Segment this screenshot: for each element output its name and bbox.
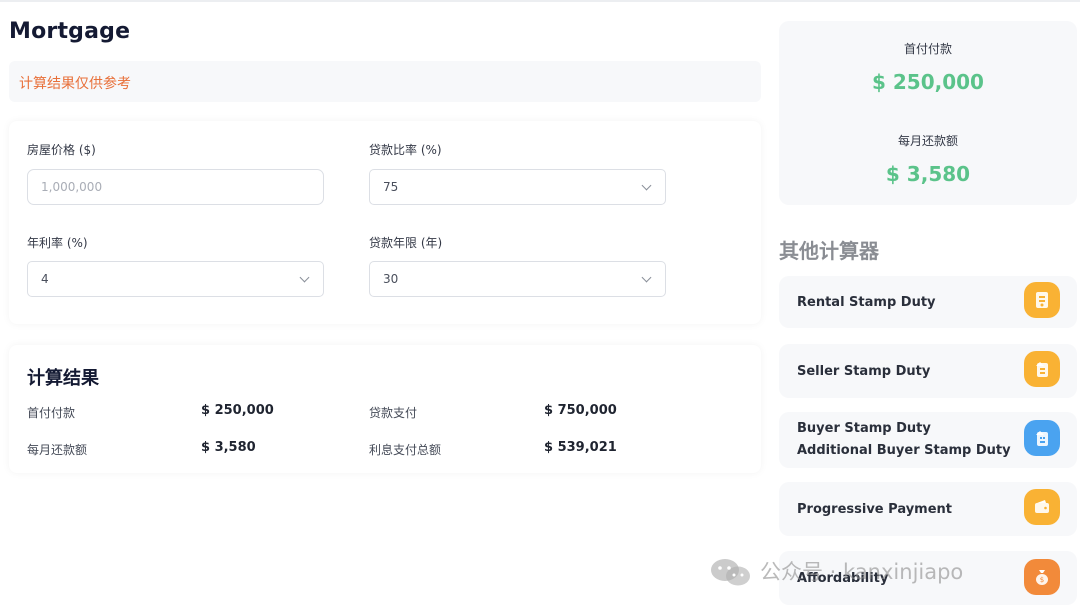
result-loan-payment-label: 贷款支付 — [369, 406, 418, 420]
loan-term-label: 贷款年限 (年) — [369, 236, 443, 250]
annual-rate-select[interactable]: 4 — [27, 261, 324, 297]
result-title: 计算结果 — [27, 368, 99, 389]
house-price-placeholder: 1,000,000 — [41, 180, 103, 194]
calc-item-progressive-payment[interactable]: Progressive Payment — [779, 482, 1077, 536]
loan-ratio-label: 贷款比率 (%) — [369, 143, 442, 157]
calc-item-buyer-stamp-duty[interactable]: Buyer Stamp Duty Additional Buyer Stamp … — [779, 412, 1077, 468]
loan-ratio-select[interactable]: 75 — [369, 169, 666, 205]
money-bag-icon: $ — [1024, 559, 1060, 595]
summary-down-payment-label: 首付付款 — [903, 42, 952, 56]
result-down-payment-value: $ 250,000 — [201, 403, 274, 418]
result-loan-payment-value: $ 750,000 — [544, 403, 617, 418]
result-total-interest-value: $ 539,021 — [544, 440, 617, 455]
svg-text:$: $ — [1040, 576, 1044, 584]
summary-monthly-payment-label: 每月还款额 — [897, 134, 958, 148]
house-document-icon — [1024, 351, 1060, 387]
house-price-input[interactable]: 1,000,000 — [27, 169, 324, 205]
calc-item-rental-stamp-duty[interactable]: Rental Stamp Duty — [779, 276, 1077, 328]
calc-item-label: Buyer Stamp Duty — [797, 421, 931, 436]
calc-item-label: Rental Stamp Duty — [797, 295, 936, 310]
chevron-down-icon — [299, 272, 310, 283]
result-down-payment-label: 首付付款 — [27, 406, 76, 420]
other-calculators-title: 其他计算器 — [779, 239, 879, 263]
top-divider — [0, 0, 1080, 2]
loan-ratio-value: 75 — [383, 180, 399, 194]
annual-rate-label: 年利率 (%) — [27, 236, 88, 250]
calc-item-label: Seller Stamp Duty — [797, 364, 931, 379]
calc-item-seller-stamp-duty[interactable]: Seller Stamp Duty — [779, 344, 1077, 398]
summary-down-payment-value: $ 250,000 — [872, 70, 984, 94]
result-card: 计算结果 首付付款 $ 250,000 贷款支付 $ 750,000 每月还款额… — [9, 345, 761, 473]
result-monthly-payment-label: 每月还款额 — [27, 443, 88, 457]
result-monthly-payment-value: $ 3,580 — [201, 440, 256, 455]
house-price-label: 房屋价格 ($) — [27, 143, 96, 157]
chevron-down-icon — [641, 272, 652, 283]
mortgage-input-card: 房屋价格 ($) 1,000,000 贷款比率 (%) 75 年利率 (%) 4… — [9, 121, 761, 324]
annual-rate-value: 4 — [41, 272, 49, 286]
chevron-down-icon — [641, 180, 652, 191]
calc-item-label-secondary: Additional Buyer Stamp Duty — [797, 443, 1011, 458]
summary-monthly-payment-value: $ 3,580 — [885, 162, 971, 186]
document-stamp-icon — [1024, 282, 1060, 318]
loan-term-value: 30 — [383, 272, 399, 286]
page-title: Mortgage — [9, 19, 131, 44]
wallet-icon — [1024, 489, 1060, 525]
wechat-logo-icon — [709, 557, 753, 591]
building-document-icon — [1024, 420, 1060, 456]
disclaimer-banner: 计算结果仅供参考 — [9, 61, 761, 102]
loan-term-select[interactable]: 30 — [369, 261, 666, 297]
result-total-interest-label: 利息支付总额 — [369, 443, 442, 457]
watermark-text: 公众号 · kanxinjiapo — [760, 560, 964, 584]
summary-panel: 首付付款 $ 250,000 每月还款额 $ 3,580 — [779, 21, 1077, 205]
calc-item-label: Progressive Payment — [797, 502, 953, 517]
